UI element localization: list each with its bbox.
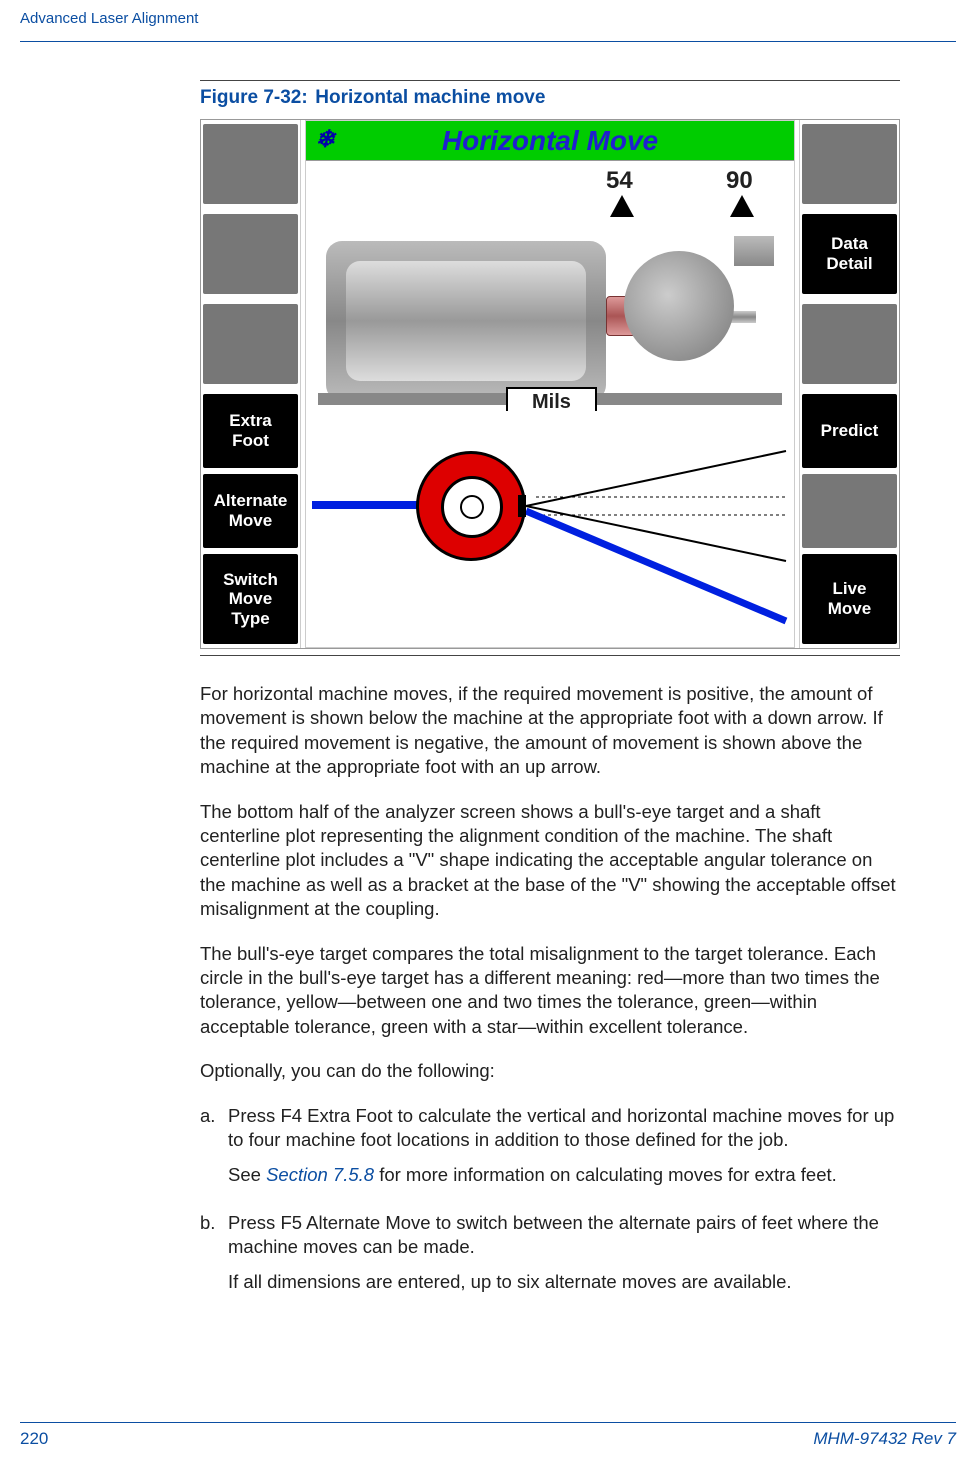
page-number: 220 bbox=[20, 1429, 48, 1449]
list-item: b. Press F5 Alternate Move to switch bet… bbox=[200, 1211, 900, 1308]
softkey-alternate-move[interactable]: Alternate Move bbox=[203, 474, 298, 548]
softkey-blank bbox=[203, 124, 298, 204]
text: See bbox=[228, 1164, 266, 1185]
doc-id: MHM-97432 Rev 7 bbox=[813, 1429, 956, 1449]
paragraph: For horizontal machine moves, if the req… bbox=[200, 682, 900, 780]
softkey-blank bbox=[802, 304, 897, 384]
page-footer: 220 MHM-97432 Rev 7 bbox=[20, 1422, 956, 1449]
list-note: If all dimensions are entered, up to six… bbox=[228, 1270, 900, 1294]
content-column: Figure 7-32: Horizontal machine move Ext… bbox=[200, 80, 900, 1318]
right-softkey-column: Data Detail Predict Live Move bbox=[799, 120, 899, 648]
figure-bottom-rule bbox=[200, 655, 900, 656]
list-body: Press F5 Alternate Move to switch betwee… bbox=[228, 1211, 900, 1308]
softkey-data-detail[interactable]: Data Detail bbox=[802, 214, 897, 294]
up-arrow-icon bbox=[730, 195, 754, 217]
shaft-centerline-left bbox=[312, 501, 422, 509]
softkey-blank bbox=[203, 304, 298, 384]
machine-view: 54 90 Mils bbox=[306, 161, 794, 411]
text: Press bbox=[228, 1105, 280, 1126]
xref-link[interactable]: Section 7.5.8 bbox=[266, 1164, 374, 1185]
option-list: a. Press F4 Extra Foot to calculate the … bbox=[200, 1104, 900, 1308]
bullseye-target bbox=[416, 451, 526, 561]
paragraph: Optionally, you can do the following: bbox=[200, 1059, 900, 1083]
up-arrow-icon bbox=[610, 195, 634, 217]
pump-graphic bbox=[594, 221, 774, 391]
bullseye-center bbox=[460, 495, 484, 519]
paragraph: The bull's-eye target compares the total… bbox=[200, 942, 900, 1040]
move-value-right: 90 bbox=[726, 167, 753, 195]
page-header: Advanced Laser Alignment bbox=[20, 10, 956, 42]
list-item: a. Press F4 Extra Foot to calculate the … bbox=[200, 1104, 900, 1201]
list-body: Press F4 Extra Foot to calculate the ver… bbox=[228, 1104, 900, 1201]
keycap-f4-extra-foot: F4 Extra Foot bbox=[280, 1105, 392, 1126]
snowflake-icon: ❄ bbox=[312, 127, 338, 153]
screen-titlebar: ❄ Horizontal Move bbox=[306, 121, 794, 161]
analyzer-center: ❄ Horizontal Move 54 90 Mils bbox=[305, 120, 795, 648]
pump-body bbox=[624, 251, 734, 361]
figure-label: Figure 7-32: bbox=[200, 87, 310, 109]
softkey-predict[interactable]: Predict bbox=[802, 394, 897, 468]
move-value-left: 54 bbox=[606, 167, 633, 195]
paragraph: The bottom half of the analyzer screen s… bbox=[200, 800, 900, 922]
softkey-extra-foot[interactable]: Extra Foot bbox=[203, 394, 298, 468]
list-marker: a. bbox=[200, 1104, 228, 1201]
softkey-blank bbox=[203, 214, 298, 294]
softkey-switch-move-type[interactable]: Switch Move Type bbox=[203, 554, 298, 644]
softkey-live-move[interactable]: Live Move bbox=[802, 554, 897, 644]
text: Press bbox=[228, 1212, 280, 1233]
keycap-f5-alternate-move: F5 Alternate Move bbox=[280, 1212, 430, 1233]
softkey-blank bbox=[802, 474, 897, 548]
figure-title-text: Horizontal machine move bbox=[315, 87, 545, 108]
pump-nozzle bbox=[734, 236, 774, 266]
motor-graphic bbox=[326, 241, 606, 401]
analyzer-screenshot: Extra Foot Alternate Move Switch Move Ty… bbox=[200, 119, 900, 649]
list-marker: b. bbox=[200, 1211, 228, 1308]
softkey-blank bbox=[802, 124, 897, 204]
section-title: Advanced Laser Alignment bbox=[20, 10, 198, 27]
figure-caption: Figure 7-32: Horizontal machine move bbox=[200, 80, 900, 109]
text: for more information on calculating move… bbox=[374, 1164, 837, 1185]
left-softkey-column: Extra Foot Alternate Move Switch Move Ty… bbox=[201, 120, 301, 648]
screen-title: Horizontal Move bbox=[442, 125, 658, 156]
alignment-plot bbox=[306, 411, 794, 647]
